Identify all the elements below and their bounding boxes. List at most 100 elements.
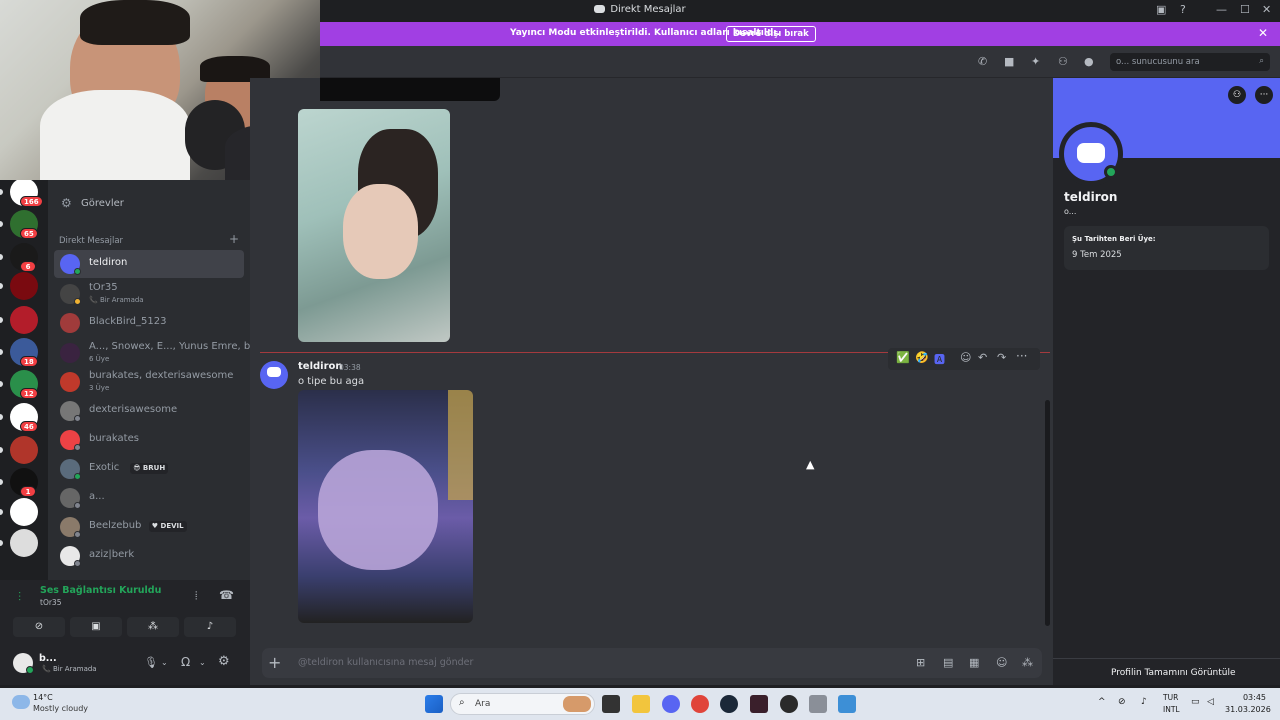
- add-friends-icon[interactable]: ⚇: [1058, 55, 1068, 68]
- taskbar-search[interactable]: ⌕ Ara: [450, 693, 595, 715]
- disconnect-icon[interactable]: ☎: [219, 588, 234, 602]
- chrome-icon[interactable]: [691, 695, 709, 713]
- reply-icon[interactable]: ↶: [978, 351, 987, 364]
- image-object: [448, 390, 473, 500]
- minimize-button[interactable]: —: [1216, 3, 1227, 16]
- voice-channel[interactable]: tOr35: [40, 598, 61, 607]
- settings-icon[interactable]: [809, 695, 827, 713]
- banner-close-icon[interactable]: ✕: [1258, 26, 1268, 40]
- dm-item[interactable]: burakates, dexterisawesome 3 Üye: [54, 368, 244, 396]
- activities-button[interactable]: ⁂: [127, 617, 179, 637]
- message-composer[interactable]: + @teldiron kullanıcısına mesaj gönder ⊞…: [262, 648, 1042, 678]
- user-profile-icon[interactable]: ●: [1084, 55, 1094, 68]
- attachment-image-2[interactable]: [298, 390, 473, 623]
- attach-icon[interactable]: +: [268, 653, 281, 672]
- dm-header: Direkt Mesajlar: [59, 236, 124, 246]
- screen-icon[interactable]: ▣: [1156, 3, 1166, 16]
- dm-item[interactable]: Exotic 😎 BRUH: [54, 455, 244, 483]
- server-icon[interactable]: [10, 306, 38, 334]
- emoji-icon[interactable]: ☺: [996, 656, 1007, 669]
- soundboard-button[interactable]: ♪: [184, 617, 236, 637]
- settings-gear-icon[interactable]: ⚙: [218, 654, 230, 669]
- call-icon[interactable]: ✆: [978, 55, 987, 68]
- task-view-icon[interactable]: [602, 695, 620, 713]
- file-explorer-icon[interactable]: [632, 695, 650, 713]
- pin-icon[interactable]: ✦: [1031, 55, 1040, 68]
- network-icon[interactable]: ⊘: [1118, 697, 1126, 707]
- dm-item[interactable]: aziz|berk: [54, 542, 244, 570]
- tray-chevron-icon[interactable]: ^: [1098, 697, 1106, 707]
- apps-icon[interactable]: ⁂: [1022, 656, 1033, 669]
- attachment-image-1[interactable]: [298, 109, 450, 342]
- dm-item[interactable]: a...: [54, 484, 244, 512]
- user-avatar[interactable]: [13, 653, 34, 674]
- dm-item[interactable]: dexterisawesome: [54, 397, 244, 425]
- discord-taskbar-icon[interactable]: [662, 695, 680, 713]
- maximize-button[interactable]: ☐: [1240, 3, 1250, 16]
- mention-badge: 12: [20, 388, 38, 399]
- dm-item[interactable]: teldiron: [54, 250, 244, 278]
- reaction-a-icon[interactable]: 🅰: [934, 351, 945, 367]
- server-icon[interactable]: [10, 529, 38, 557]
- app-icon[interactable]: [750, 695, 768, 713]
- clock-time[interactable]: 03:45: [1234, 693, 1266, 702]
- dm-item[interactable]: burakates: [54, 426, 244, 454]
- chevron-down-icon[interactable]: ⌄: [161, 658, 168, 667]
- mic-tray-icon[interactable]: ♪: [1141, 697, 1147, 707]
- user-status-label: Bir Aramada: [52, 665, 97, 673]
- help-icon[interactable]: ?: [1180, 3, 1186, 16]
- voice-panel: ⫶ Ses Bağlantısı Kuruldu tOr35 ⦙ ☎ ⊘ ▣ ⁂…: [0, 580, 250, 685]
- gif-icon[interactable]: ▤: [943, 656, 953, 669]
- sticker-icon[interactable]: ▦: [969, 656, 979, 669]
- dm-item[interactable]: A..., Snowex, E..., Yunus Emre, b... 6 Üy…: [54, 339, 260, 367]
- add-reaction-icon[interactable]: ☺: [960, 351, 971, 364]
- create-dm-button[interactable]: +: [229, 232, 239, 246]
- close-button[interactable]: ✕: [1262, 3, 1271, 16]
- steam-icon[interactable]: [720, 695, 738, 713]
- language-bottom[interactable]: INTL: [1163, 705, 1180, 714]
- profile-avatar[interactable]: [1059, 122, 1123, 186]
- language-top[interactable]: TUR: [1163, 693, 1178, 702]
- start-icon[interactable]: [425, 695, 443, 713]
- noise-suppression-icon[interactable]: ⦙: [195, 589, 197, 603]
- previous-image-fragment[interactable]: [320, 78, 500, 101]
- obs-icon[interactable]: [780, 695, 798, 713]
- more-icon[interactable]: ···: [1255, 86, 1273, 104]
- status-indicator: [74, 473, 81, 480]
- search-input[interactable]: o... sunucusunu ara ⌕: [1110, 53, 1270, 71]
- dm-item[interactable]: Beelzebub ♥ DEVIL: [54, 513, 244, 541]
- server-icon[interactable]: [10, 498, 38, 526]
- camera-off-button[interactable]: ⊘: [13, 617, 65, 637]
- more-icon[interactable]: ···: [1016, 349, 1027, 363]
- gift-icon[interactable]: ⊞: [916, 656, 925, 669]
- weather-temp[interactable]: 14°C: [33, 693, 53, 702]
- disable-streamer-mode-button[interactable]: Devre dışı bırak: [726, 26, 816, 42]
- video-icon[interactable]: ■: [1004, 55, 1014, 68]
- microphone-icon[interactable]: 🎙: [144, 656, 158, 669]
- scrollbar[interactable]: [1045, 400, 1050, 626]
- weather-desc[interactable]: Mostly cloudy: [33, 704, 88, 713]
- voice-status[interactable]: Ses Bağlantısı Kuruldu: [40, 585, 161, 596]
- display-icon[interactable]: ▭: [1191, 697, 1200, 707]
- reaction-laugh-icon[interactable]: 🤣: [915, 351, 929, 364]
- quests-item[interactable]: ⚙ Görevler: [58, 195, 248, 213]
- user-name[interactable]: b...: [39, 653, 57, 664]
- reaction-check-icon[interactable]: ✅: [896, 351, 910, 364]
- clock-date[interactable]: 31.03.2026: [1225, 705, 1271, 714]
- server-icon[interactable]: [10, 436, 38, 464]
- message-author[interactable]: teldiron: [298, 361, 343, 372]
- add-friend-icon[interactable]: ⚇: [1228, 86, 1246, 104]
- view-full-profile-link[interactable]: Profilin Tamamını Görüntüle: [1111, 668, 1236, 678]
- server-icon[interactable]: [10, 272, 38, 300]
- dm-item[interactable]: tOr35 📞 Bir Aramada: [54, 280, 244, 308]
- unread-pill: [0, 414, 3, 420]
- weather-icon[interactable]: [12, 695, 30, 709]
- forward-icon[interactable]: ↷: [997, 351, 1006, 364]
- chevron-down-icon[interactable]: ⌄: [199, 658, 206, 667]
- screen-share-button[interactable]: ▣: [70, 617, 122, 637]
- message-author-avatar[interactable]: [260, 361, 288, 389]
- dm-item[interactable]: BlackBird_5123: [54, 309, 244, 337]
- volume-icon[interactable]: ◁: [1207, 697, 1214, 707]
- app-icon-blue[interactable]: [838, 695, 856, 713]
- headphones-icon[interactable]: Ω: [181, 655, 190, 669]
